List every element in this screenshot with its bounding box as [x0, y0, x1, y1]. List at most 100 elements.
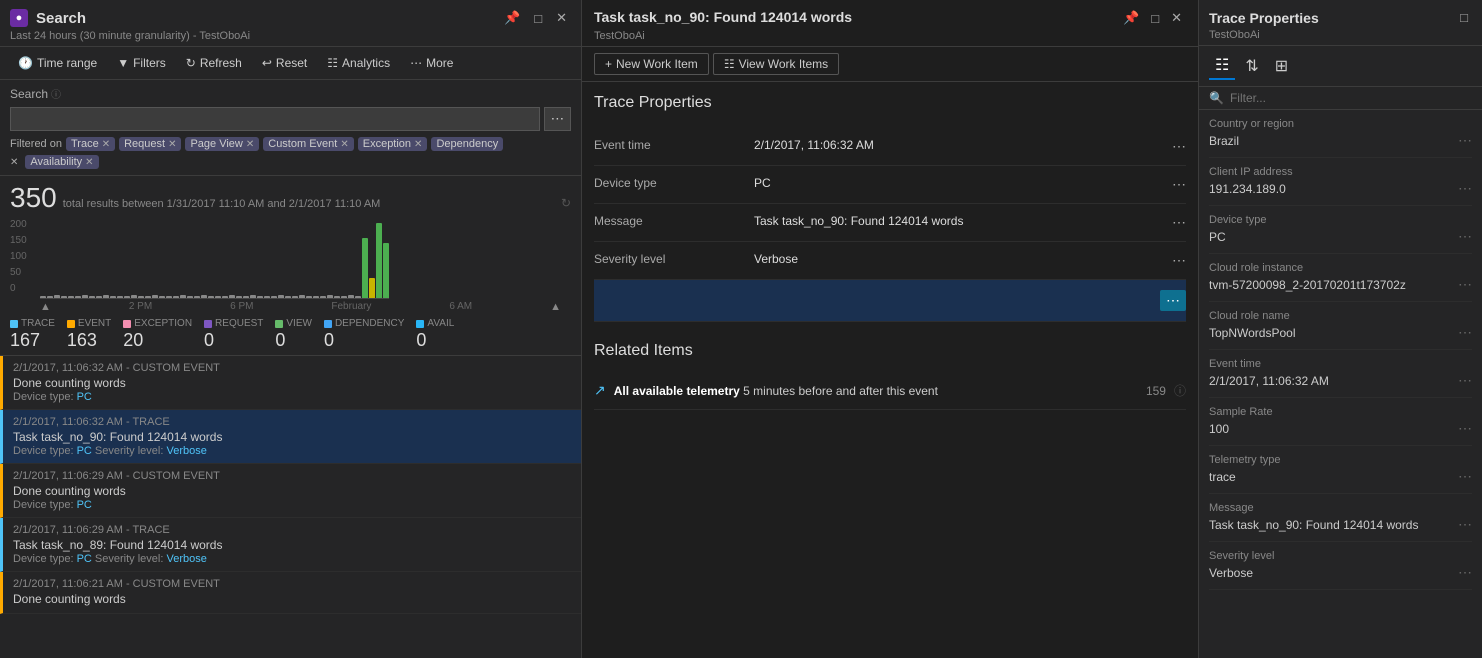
event-item[interactable]: 2/1/2017, 11:06:29 AM - TRACE Task task_… — [0, 518, 581, 572]
trace-properties-title: Trace Properties — [594, 94, 1186, 112]
remove-request-filter[interactable]: ✕ — [168, 139, 176, 150]
prop-more-message[interactable]: ⋯ — [1172, 214, 1186, 231]
filter-input[interactable] — [1230, 91, 1472, 105]
event-meta: Device type: PC Severity level: Verbose — [13, 553, 571, 565]
reset-button[interactable]: ↩ Reset — [254, 53, 315, 73]
mid-toolbar: + New Work Item ☷ View Work Items — [582, 47, 1198, 82]
new-work-item-button[interactable]: + New Work Item — [594, 53, 709, 75]
view-work-items-button[interactable]: ☷ View Work Items — [713, 53, 839, 75]
right-prop-value-eventtime: 2/1/2017, 11:06:32 AM ⋯ — [1209, 372, 1472, 389]
stat-request: REQUEST 0 — [204, 318, 263, 351]
related-section: Related Items ↗ All available telemetry … — [594, 342, 1186, 410]
middle-panel: Task task_no_90: Found 124014 words 📌 □ … — [582, 0, 1199, 658]
right-prop-more-clientip[interactable]: ⋯ — [1458, 180, 1472, 197]
prop-more-eventtime[interactable]: ⋯ — [1172, 138, 1186, 155]
mid-header: Task task_no_90: Found 124014 words 📌 □ … — [582, 0, 1198, 47]
remove-availability-filter[interactable]: ✕ — [85, 157, 93, 168]
maximize-button[interactable]: □ — [530, 9, 546, 28]
remove-exception-filter[interactable]: ✕ — [414, 139, 422, 150]
right-prop-more-message[interactable]: ⋯ — [1458, 516, 1472, 533]
right-prop-value-message: Task task_no_90: Found 124014 words ⋯ — [1209, 516, 1472, 533]
remove-pageview-filter[interactable]: ✕ — [246, 139, 254, 150]
filter-tag-dependency: Dependency — [431, 137, 503, 151]
mid-close-button[interactable]: ✕ — [1167, 8, 1186, 28]
right-prop-more-country[interactable]: ⋯ — [1458, 132, 1472, 149]
prop-row-devicetype: Device type PC ⋯ — [594, 166, 1186, 204]
view-count: 0 — [275, 330, 312, 351]
right-prop-more-samplerate[interactable]: ⋯ — [1458, 420, 1472, 437]
results-count: 350 — [10, 182, 57, 214]
event-dot — [67, 320, 75, 328]
pin-button[interactable]: 📌 — [500, 8, 524, 28]
prop-key-eventtime: Event time — [594, 138, 754, 152]
chart-arrow-right[interactable]: ▲ — [550, 301, 561, 313]
right-prop-label-country: Country or region — [1209, 118, 1472, 130]
right-panel-title: Trace Properties — [1209, 10, 1319, 26]
refresh-button[interactable]: ↻ Refresh — [178, 53, 250, 73]
chart-time-6pm: 6 PM — [230, 301, 253, 313]
remove-all-filters[interactable]: ✕ — [10, 157, 18, 168]
results-summary: 350 total results between 1/31/2017 11:1… — [0, 176, 581, 214]
right-prop-more-cloudroleinstance[interactable]: ⋯ — [1458, 276, 1472, 293]
search-area: Search ⓘ ⋯ Filtered on Trace ✕ Request ✕… — [0, 80, 581, 176]
right-list-view-button[interactable]: ☷ — [1209, 52, 1235, 80]
right-panel-subtitle: TestOboAi — [1209, 29, 1472, 41]
avail-count: 0 — [416, 330, 454, 351]
stat-view: VIEW 0 — [275, 318, 312, 351]
right-prop-country: Country or region Brazil ⋯ — [1209, 110, 1472, 158]
mid-pin-button[interactable]: 📌 — [1119, 8, 1143, 28]
reset-icon: ↩ — [262, 56, 272, 70]
event-count: 163 — [67, 330, 111, 351]
event-meta: Device type: PC Severity level: Verbose — [13, 445, 571, 457]
right-maximize-button[interactable]: □ — [1456, 8, 1472, 27]
dependency-dot — [324, 320, 332, 328]
prop-more-devicetype[interactable]: ⋯ — [1172, 176, 1186, 193]
right-panel: Trace Properties □ TestOboAi ☷ ⇅ ⊞ 🔍 Cou… — [1199, 0, 1482, 658]
event-item[interactable]: 2/1/2017, 11:06:21 AM - CUSTOM EVENT Don… — [0, 572, 581, 614]
related-items-title: Related Items — [594, 342, 1186, 360]
prop-more-active-button[interactable]: ⋯ — [1160, 290, 1186, 311]
right-prop-label-samplerate: Sample Rate — [1209, 406, 1472, 418]
filter-tag-pageview: Page View ✕ — [185, 137, 259, 151]
remove-customevent-filter[interactable]: ✕ — [340, 139, 348, 150]
right-prop-more-severitylevel[interactable]: ⋯ — [1458, 564, 1472, 581]
view-dot — [275, 320, 283, 328]
search-input[interactable] — [10, 107, 540, 131]
right-prop-value-devicetype: PC ⋯ — [1209, 228, 1472, 245]
results-refresh-icon[interactable]: ↻ — [561, 196, 571, 210]
event-timestamp: 2/1/2017, 11:06:32 AM - CUSTOM EVENT — [13, 362, 571, 374]
dependency-count: 0 — [324, 330, 404, 351]
time-range-button[interactable]: 🕐 Time range — [10, 53, 105, 73]
right-prop-more-cloudrolename[interactable]: ⋯ — [1458, 324, 1472, 341]
related-item[interactable]: ↗ All available telemetry 5 minutes befo… — [594, 372, 1186, 410]
filters-button[interactable]: ▼ Filters — [109, 53, 174, 73]
analytics-icon: ☷ — [327, 56, 338, 70]
right-prop-more-telemetrytype[interactable]: ⋯ — [1458, 468, 1472, 485]
right-prop-more-eventtime[interactable]: ⋯ — [1458, 372, 1472, 389]
right-prop-more-devicetype[interactable]: ⋯ — [1458, 228, 1472, 245]
close-button[interactable]: ✕ — [552, 8, 571, 28]
event-item[interactable]: 2/1/2017, 11:06:32 AM - CUSTOM EVENT Don… — [0, 356, 581, 410]
stats-row: TRACE 167 EVENT 163 EXCEPTION 20 REQUEST… — [0, 314, 581, 356]
remove-trace-filter[interactable]: ✕ — [102, 139, 110, 150]
analytics-button[interactable]: ☷ Analytics — [319, 53, 398, 73]
right-sort-button[interactable]: ⇅ — [1239, 53, 1264, 79]
right-prop-value-clientip: 191.234.189.0 ⋯ — [1209, 180, 1472, 197]
results-text: total results between 1/31/2017 11:10 AM… — [63, 198, 381, 210]
event-item[interactable]: 2/1/2017, 11:06:29 AM - CUSTOM EVENT Don… — [0, 464, 581, 518]
right-grid-view-button[interactable]: ⊞ — [1269, 53, 1294, 79]
event-meta: Device type: PC — [13, 391, 571, 403]
event-item-selected[interactable]: 2/1/2017, 11:06:32 AM - TRACE Task task_… — [0, 410, 581, 464]
search-settings-button[interactable]: ⋯ — [544, 107, 571, 131]
mid-content: Trace Properties Event time 2/1/2017, 11… — [582, 82, 1198, 658]
right-prop-samplerate: Sample Rate 100 ⋯ — [1209, 398, 1472, 446]
prop-more-severity[interactable]: ⋯ — [1172, 252, 1186, 269]
related-count: 159 — [1146, 384, 1166, 398]
chart-arrow-left[interactable]: ▲ — [40, 301, 51, 313]
more-button[interactable]: ⋯ More — [402, 53, 461, 73]
filter-tag-availability: Availability ✕ — [25, 155, 98, 169]
mid-maximize-button[interactable]: □ — [1147, 8, 1163, 28]
prop-value-eventtime: 2/1/2017, 11:06:32 AM — [754, 138, 1172, 152]
chart-time-2pm: 2 PM — [129, 301, 152, 313]
stat-dependency: DEPENDENCY 0 — [324, 318, 404, 351]
